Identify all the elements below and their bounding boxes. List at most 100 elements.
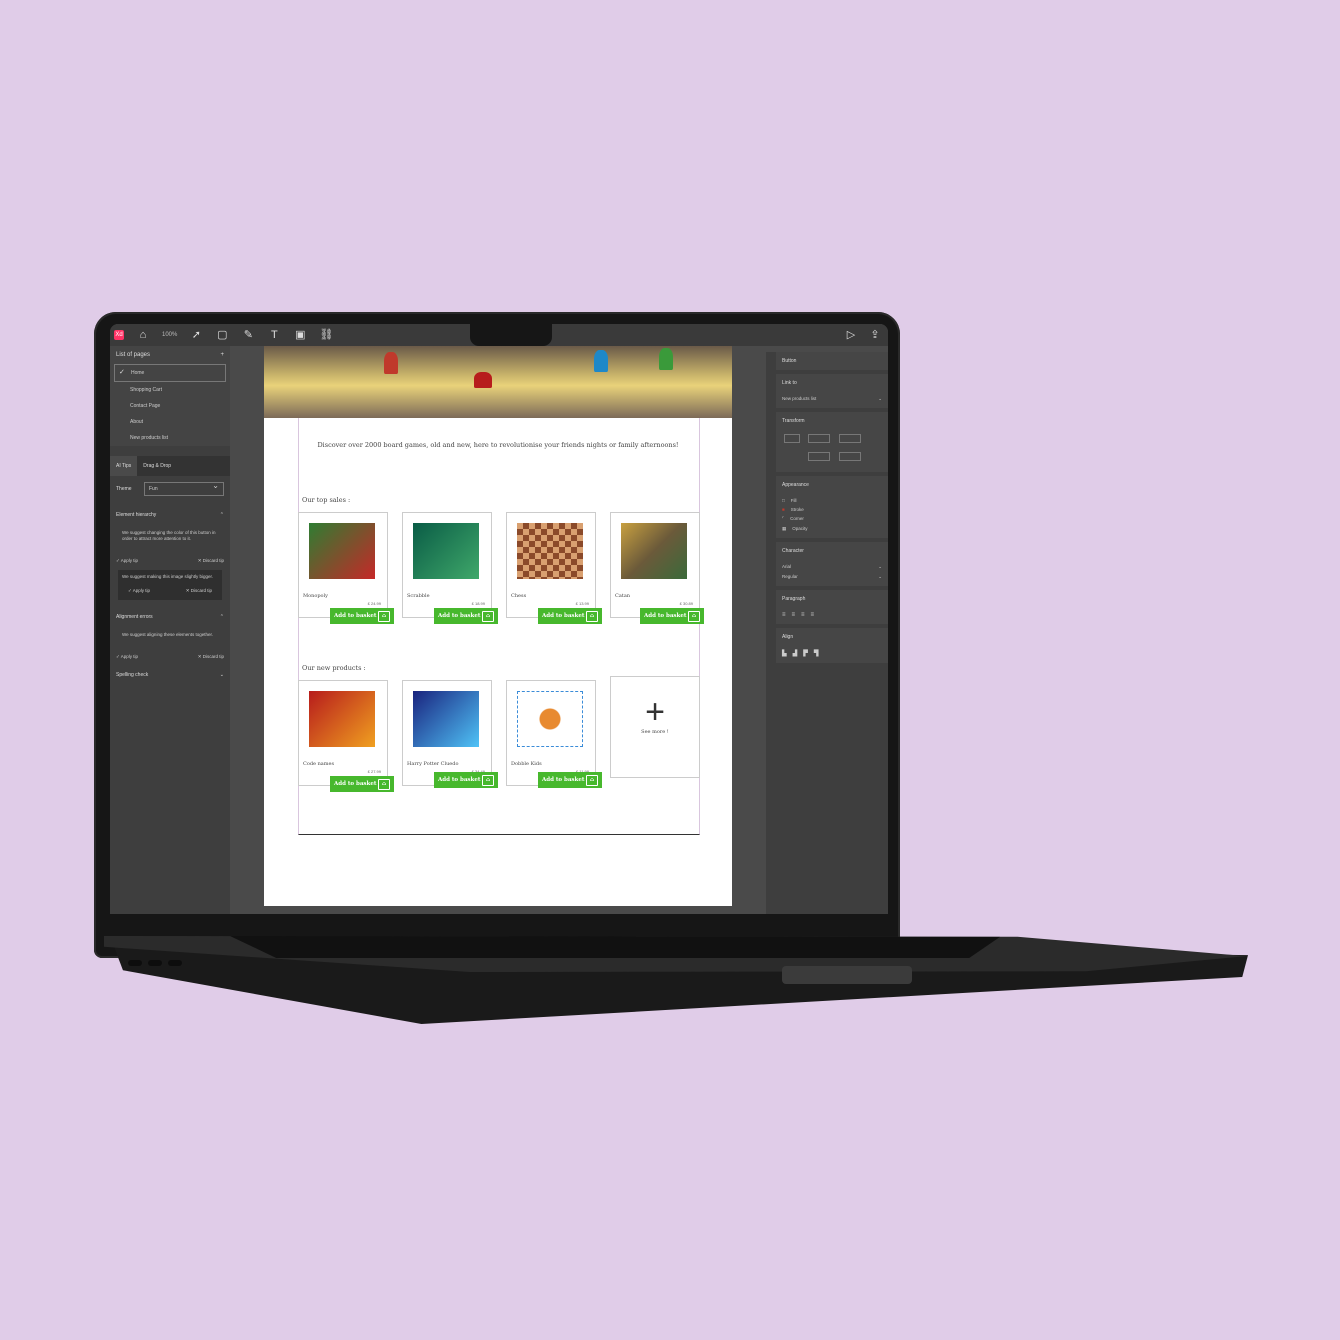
chevron-down-icon: ⌄ [878,574,882,579]
fill-swatch-icon: □ [782,498,785,503]
align-right-icon[interactable]: ≡ [801,612,805,618]
page-item-contact[interactable]: Contact Page [114,398,226,414]
add-to-basket-button[interactable]: Add to basket ⌂ [434,608,498,624]
side-ports [128,958,208,968]
trackpad [782,966,912,984]
left-panel: List of pages + Home Shopping Cart Conta… [110,346,230,914]
page-item-shopping-cart[interactable]: Shopping Cart [114,382,226,398]
page-list: Home Shopping Cart Contact Page About Ne… [114,364,226,446]
w-field[interactable] [838,434,861,444]
discard-tip-button[interactable]: ✕ Discard tip [198,654,224,660]
h-field[interactable] [838,452,861,462]
text-icon[interactable]: T [267,324,281,346]
chevron-down-icon: ⌄ [878,396,882,401]
discard-tip-button[interactable]: ✕ Discard tip [186,588,212,594]
top-sales-label: Our top sales : [302,496,351,504]
paragraph-section: Paragraph ≡ ≡ ≡ ≡ [776,590,888,624]
chevron-down-icon: ⌄ [219,672,224,678]
hero-image[interactable] [264,346,732,418]
add-to-basket-button[interactable]: Add to basket ⌂ [538,772,602,788]
pen-icon[interactable]: ✎ [241,324,255,346]
basket-icon: ⌂ [586,775,598,786]
pages-section: List of pages + Home Shopping Cart Conta… [110,346,230,446]
y-field[interactable] [808,452,831,462]
select-icon[interactable]: ➚ [189,324,203,346]
opacity-icon: ▦ [782,526,787,531]
character-section: Character Arial ⌄ Regular ⌄ [776,542,888,586]
add-to-basket-button[interactable]: Add to basket ⌂ [330,608,394,624]
weight-select[interactable]: Regular ⌄ [782,574,882,580]
image-icon[interactable]: ▣ [293,324,307,346]
basket-icon: ⌂ [378,611,390,622]
tab-ai-tips[interactable]: AI Tips [110,456,138,476]
game-piece [384,352,398,374]
product-card[interactable]: Catan £ 30.89 [610,512,700,618]
add-page-icon[interactable]: + [220,352,224,358]
tip-text: We suggest making this image slightly bi… [122,574,213,579]
rectangle-icon[interactable]: ▢ [215,324,229,346]
theme-select[interactable]: Fun [144,480,224,496]
align-left-icon[interactable]: ≡ [782,612,786,618]
justify-icon[interactable]: ≡ [811,612,815,618]
game-piece [659,348,673,370]
add-to-basket-button[interactable]: Add to basket ⌂ [640,608,704,624]
chevron-down-icon: ⌄ [878,564,882,569]
add-to-basket-button[interactable]: Add to basket ⌂ [538,608,602,624]
play-icon[interactable]: ▷ [844,324,858,346]
add-to-basket-button[interactable]: Add to basket ⌂ [434,772,498,788]
align-objects-top-icon[interactable]: ▛ [803,650,808,657]
transform-title: Transform [782,418,805,424]
see-more-card[interactable]: + See more ! [610,676,700,778]
plus-icon: + [645,693,665,731]
product-card[interactable]: Harry Potter Cluedo £ 34.49 [402,680,492,786]
tip-card: We suggest changing the color of this bu… [118,526,222,546]
character-title: Character [782,548,804,554]
home-icon[interactable]: ⌂ [136,324,150,346]
spelling-check-header[interactable]: Spelling check ⌄ [110,662,230,682]
discard-tip-button[interactable]: ✕ Discard tip [198,558,224,564]
apply-tip-button[interactable]: ✓ Apply tip [116,654,138,660]
product-card[interactable]: Scrabble £ 18.99 [402,512,492,618]
align-objects-center-icon[interactable]: ▟ [793,650,798,657]
link-section: Link to New products list ⌄ [776,374,888,408]
new-products-label: Our new products : [302,664,366,672]
align-objects-bottom-icon[interactable]: ▜ [814,650,819,657]
product-card[interactable]: Dobble Kids £ 11.99 [506,680,596,786]
align-section: Align ▙ ▟ ▛ ▜ [776,628,888,663]
tip-card: We suggest aligning these elements toget… [118,628,222,642]
product-card[interactable]: Monopoly £ 24.99 [298,512,388,618]
align-center-icon[interactable]: ≡ [792,612,796,618]
product-image [309,691,375,747]
anchor-grid[interactable] [784,434,800,444]
align-objects-left-icon[interactable]: ▙ [782,650,787,657]
artboard[interactable]: Discover over 2000 board games, old and … [264,346,732,906]
x-field[interactable] [808,434,831,444]
link-icon[interactable]: ⛓ [319,324,333,346]
panel-tabs: AI Tips Drag & Drop [110,456,230,476]
export-icon[interactable]: ⇪ [868,324,882,346]
page-item-about[interactable]: About [114,414,226,430]
port [168,960,182,966]
tip-card: We suggest making this image slightly bi… [118,570,222,600]
element-type-section: Button [776,352,888,370]
screen: Xd ⌂ 100% ➚ ▢ ✎ T ▣ ⛓ ▷ ⇪ List of pages … [110,324,888,914]
theme-label: Theme [116,486,132,492]
product-card[interactable]: Chess £ 13.99 [506,512,596,618]
product-image [621,523,687,579]
alignment-errors-header[interactable]: Alignment errors ⌃ [110,604,230,624]
keyboard-well [230,936,1000,958]
right-panel: Button Link to New products list ⌄ Transf… [766,352,888,914]
page-item-home[interactable]: Home [114,364,226,382]
product-card[interactable]: Code names £ 27.99 [298,680,388,786]
zoom-level[interactable]: 100% [162,332,177,338]
apply-tip-button[interactable]: ✓ Apply tip [128,588,150,594]
transform-section: Transform [776,412,888,472]
appearance-section: Appearance □ Fill ■ Stroke ⌜ Corner ▦ Opacit… [776,476,888,538]
element-hierarchy-header[interactable]: Element hierarchy ⌃ [110,502,230,522]
apply-tip-button[interactable]: ✓ Apply tip [116,558,138,564]
link-to-select[interactable]: New products list ⌄ [782,396,882,402]
font-select[interactable]: Arial ⌄ [782,564,882,570]
page-item-new-products[interactable]: New products list [114,430,226,446]
tab-drag-drop[interactable]: Drag & Drop [137,456,177,476]
add-to-basket-button[interactable]: Add to basket ⌂ [330,776,394,792]
